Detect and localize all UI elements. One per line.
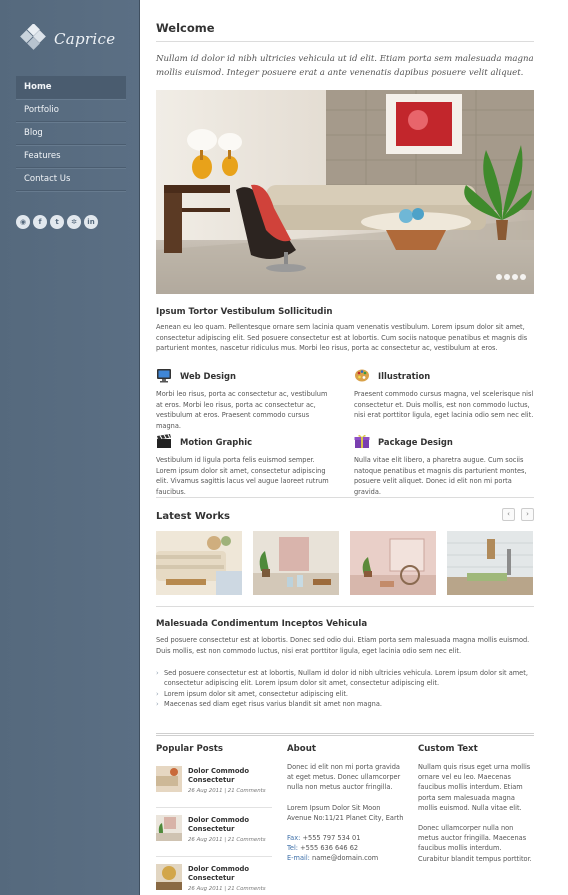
- slider-dot-3[interactable]: [512, 274, 518, 280]
- list-item: › Sed posuere consectetur est at lobortis…: [156, 669, 528, 688]
- living-room-photo: [156, 90, 534, 294]
- section-text: Aenean eu leo quam. Pellentesque ornare …: [156, 323, 528, 352]
- logo-diamond-icon: [20, 24, 46, 50]
- arrow-bullet-icon: ›: [156, 700, 159, 709]
- twitter-icon[interactable]: t: [50, 215, 64, 229]
- post-item[interactable]: Dolor Commodo Consectetur 26 Aug 2011 | …: [156, 811, 272, 857]
- feature-title: Illustration: [378, 371, 431, 381]
- main-nav: Home Portfolio Blog Features Contact Us: [16, 76, 126, 191]
- nav-item-home[interactable]: Home: [16, 76, 126, 99]
- facebook-icon[interactable]: f: [33, 215, 47, 229]
- post-title[interactable]: Dolor Commodo Consectetur: [188, 816, 268, 834]
- clapperboard-icon: [157, 434, 171, 448]
- section-title: Malesuada Condimentum Inceptos Vehicula: [156, 619, 368, 629]
- custom-text-column: Custom Text Nullam quis risus eget urna …: [418, 744, 534, 864]
- carousel-next-button[interactable]: ›: [521, 508, 534, 521]
- social-links: ◉ f t ✲ in: [16, 215, 101, 231]
- latest-works-title: Latest Works: [156, 511, 230, 522]
- footer-divider: [156, 733, 534, 736]
- hero-slider[interactable]: [156, 90, 534, 294]
- feature-text: Vestibulum id ligula porta felis euismod…: [156, 456, 329, 496]
- nav-item-features[interactable]: Features: [16, 145, 126, 168]
- list-item: › Lorem ipsum dolor sit amet, consectetur…: [156, 689, 349, 698]
- list-item: › Maecenas sed diam eget risus varius bla…: [156, 700, 382, 709]
- intro-text: Nullam id dolor id nibh ultricies vehicu…: [156, 54, 534, 78]
- page-title: Welcome: [156, 21, 215, 35]
- custom-text-2: Donec ullamcorper nulla non metus auctor…: [418, 824, 532, 863]
- address: Lorem Ipsum Dolor Sit Moon Avenue No:11/…: [287, 803, 404, 822]
- nav-item-blog[interactable]: Blog: [16, 122, 126, 145]
- linkedin-icon[interactable]: in: [84, 215, 98, 229]
- work-thumbnail-image: [253, 531, 339, 595]
- post-thumbnail: [156, 815, 182, 841]
- work-thumbnail-image: [156, 531, 242, 595]
- slider-dot-2[interactable]: [504, 274, 510, 280]
- rss-icon[interactable]: ◉: [16, 215, 30, 229]
- email-line: E-mail: name@domain.com: [287, 854, 379, 863]
- about-title: About: [287, 744, 316, 754]
- nav-item-contact-us[interactable]: Contact Us: [16, 168, 126, 191]
- popular-posts: Popular Posts Dolor Commodo Consectetur …: [156, 744, 272, 895]
- arrow-bullet-icon: ›: [156, 689, 159, 698]
- divider: [156, 497, 534, 498]
- slider-dot-4[interactable]: [520, 274, 526, 280]
- gift-box-icon: [354, 434, 370, 448]
- post-meta: 26 Aug 2011 | 21 Comments: [188, 788, 266, 794]
- custom-text-title: Custom Text: [418, 744, 478, 754]
- feature-text: Praesent commodo cursus magna, vel scele…: [354, 390, 534, 419]
- post-title[interactable]: Dolor Commodo Consectetur: [188, 865, 268, 883]
- section-title: Ipsum Tortor Vestibulum Sollicitudin: [156, 307, 333, 317]
- palette-icon: [355, 369, 369, 382]
- bullet-list: › Sed posuere consectetur est at lobortis…: [156, 668, 534, 710]
- post-thumbnail: [156, 864, 182, 890]
- monitor-icon: [157, 369, 171, 383]
- nav-item-portfolio[interactable]: Portfolio: [16, 99, 126, 122]
- feature-title: Web Design: [180, 371, 236, 381]
- dribbble-icon[interactable]: ✲: [67, 215, 81, 229]
- about-text: Donec id elit non mi porta gravida at eg…: [287, 763, 401, 792]
- work-thumbnail-image: [350, 531, 436, 595]
- logo-text: Caprice: [54, 30, 116, 48]
- slider-dots: [494, 265, 526, 284]
- post-item[interactable]: Dolor Commodo Consectetur 26 Aug 2011 | …: [156, 762, 272, 808]
- post-meta: 26 Aug 2011 | 21 Comments: [188, 886, 266, 892]
- post-title[interactable]: Dolor Commodo Consectetur: [188, 767, 268, 785]
- slider-dot-1[interactable]: [496, 274, 502, 280]
- work-thumbnail-4[interactable]: [447, 531, 533, 595]
- post-item[interactable]: Dolor Commodo Consectetur 26 Aug 2011 | …: [156, 860, 272, 895]
- section-text: Sed posuere consectetur est at lobortis.…: [156, 636, 530, 655]
- email-link[interactable]: name@domain.com: [312, 854, 378, 862]
- work-thumbnail-image: [447, 531, 533, 595]
- feature-text: Morbi leo risus, porta ac consectetur ac…: [156, 390, 328, 430]
- feature-text: Nulla vitae elit libero, a pharetra augu…: [354, 456, 527, 496]
- work-thumbnail-2[interactable]: [253, 531, 339, 595]
- divider: [156, 606, 534, 607]
- feature-title: Motion Graphic: [180, 437, 253, 447]
- arrow-bullet-icon: ›: [156, 669, 159, 677]
- about-column: About Donec id elit non mi porta gravida…: [287, 744, 405, 864]
- divider: [156, 41, 534, 42]
- popular-posts-title: Popular Posts: [156, 744, 223, 754]
- fax-line: Fax: +555 797 534 01: [287, 834, 361, 843]
- carousel-prev-button[interactable]: ‹: [502, 508, 515, 521]
- post-thumbnail: [156, 766, 182, 792]
- sidebar: Caprice Home Portfolio Blog Features Con…: [0, 0, 140, 895]
- feature-title: Package Design: [378, 437, 453, 447]
- post-meta: 26 Aug 2011 | 21 Comments: [188, 837, 266, 843]
- work-thumbnail-1[interactable]: [156, 531, 242, 595]
- tel-line: Tel: +555 636 646 62: [287, 844, 359, 853]
- work-thumbnail-3[interactable]: [350, 531, 436, 595]
- custom-text-1: Nullam quis risus eget urna mollis ornar…: [418, 763, 531, 812]
- logo[interactable]: Caprice: [16, 20, 126, 56]
